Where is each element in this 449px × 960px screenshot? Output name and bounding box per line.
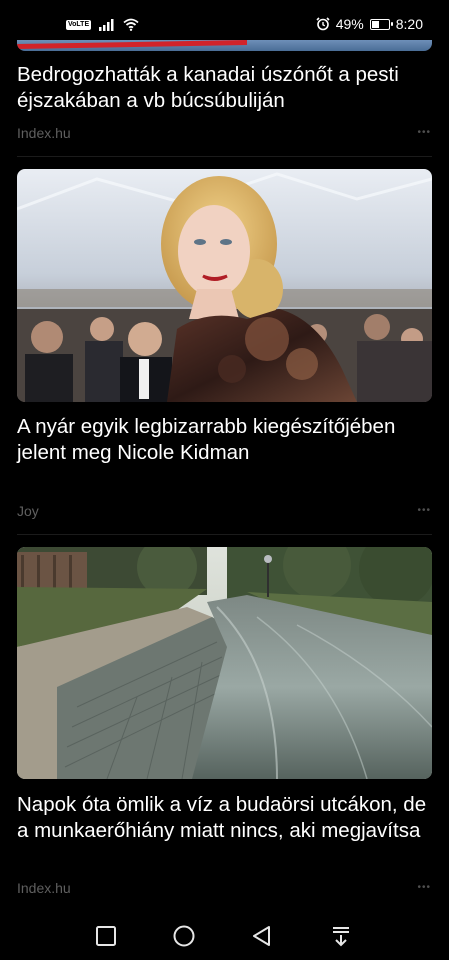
navigation-bar <box>0 910 449 960</box>
article-title[interactable]: Napok óta ömlik a víz a budaörsi utcákon… <box>17 792 427 844</box>
alarm-icon <box>316 17 330 31</box>
more-dots-icon[interactable]: ••• <box>417 506 431 516</box>
wifi-icon <box>123 18 139 31</box>
clock: 8:20 <box>395 16 423 32</box>
battery-level-fill <box>371 20 380 28</box>
battery-percent: 49% <box>335 16 364 32</box>
article-title[interactable]: A nyár egyik legbizarrabb kiegészítőjébe… <box>17 414 427 466</box>
back-icon[interactable] <box>250 924 274 948</box>
divider <box>17 156 432 157</box>
article-image-partial[interactable] <box>17 40 432 51</box>
more-dots-icon[interactable]: ••• <box>417 128 431 138</box>
recent-apps-icon[interactable] <box>94 924 118 948</box>
divider <box>17 534 432 535</box>
status-bar-right: 49% 8:20 <box>316 16 423 32</box>
more-dots-icon[interactable]: ••• <box>417 883 431 893</box>
article-image[interactable] <box>17 169 432 402</box>
battery-icon <box>369 18 393 30</box>
status-bar-left: VoLTE <box>66 18 139 31</box>
red-band-decoration <box>17 40 247 50</box>
article-source: Index.hu <box>17 880 71 896</box>
article-source: Joy <box>17 503 39 519</box>
flooded-street-photo <box>17 547 432 779</box>
volte-icon: VoLTE <box>66 19 92 30</box>
signal-icon <box>99 18 114 31</box>
article-image[interactable] <box>17 547 432 779</box>
article-title[interactable]: Bedrogozhatták a kanadai úszónőt a pesti… <box>17 62 427 114</box>
nicole-kidman-photo <box>17 169 432 402</box>
notification-pull-icon[interactable] <box>329 924 353 948</box>
article-source: Index.hu <box>17 125 71 141</box>
home-icon[interactable] <box>172 924 196 948</box>
